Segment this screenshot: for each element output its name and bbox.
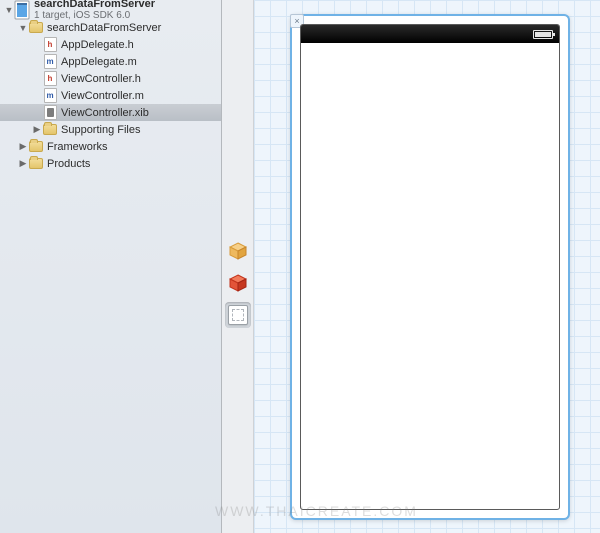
disclosure-triangle-icon[interactable]: ▼ <box>4 5 14 15</box>
tree-file-appdelegate-h[interactable]: ▶ h AppDelegate.h <box>0 36 221 53</box>
xib-file-icon <box>42 105 58 121</box>
header-file-icon: h <box>42 37 58 53</box>
folder-icon <box>28 156 44 172</box>
folder-label: searchDataFromServer <box>47 22 161 34</box>
implementation-file-icon: m <box>42 54 58 70</box>
dock-placeholder-icon[interactable] <box>225 238 251 264</box>
tree-file-viewcontroller-h[interactable]: ▶ h ViewController.h <box>0 70 221 87</box>
tree-file-appdelegate-m[interactable]: ▶ m AppDelegate.m <box>0 53 221 70</box>
xcode-project-icon <box>14 0 30 20</box>
ib-dock <box>222 0 254 533</box>
ib-canvas[interactable]: × <box>254 0 600 533</box>
file-label: AppDelegate.h <box>61 39 134 51</box>
disclosure-triangle-icon[interactable]: ▼ <box>18 23 28 33</box>
folder-icon <box>28 139 44 155</box>
header-file-icon: h <box>42 71 58 87</box>
folder-label: Products <box>47 158 90 170</box>
disclosure-triangle-icon[interactable]: ▶ <box>32 124 42 135</box>
device-frame[interactable]: × <box>290 14 570 520</box>
tree-folder-root[interactable]: ▼ searchDataFromServer <box>0 19 221 36</box>
project-navigator[interactable]: ▼ searchDataFromServer 1 target, iOS SDK… <box>0 0 222 533</box>
folder-icon <box>42 122 58 138</box>
status-bar <box>301 25 559 43</box>
tree-folder-supporting[interactable]: ▶ Supporting Files <box>0 121 221 138</box>
project-header-row[interactable]: ▼ searchDataFromServer 1 target, iOS SDK… <box>0 0 221 17</box>
file-label: AppDelegate.m <box>61 56 137 68</box>
tree-file-viewcontroller-xib[interactable]: ▶ ViewController.xib <box>0 104 221 121</box>
battery-icon <box>533 30 553 39</box>
file-label: ViewController.xib <box>61 107 149 119</box>
folder-label: Supporting Files <box>61 124 141 136</box>
folder-icon <box>28 20 44 36</box>
tree-folder-frameworks[interactable]: ▶ Frameworks <box>0 138 221 155</box>
tree-file-viewcontroller-m[interactable]: ▶ m ViewController.m <box>0 87 221 104</box>
folder-label: Frameworks <box>47 141 108 153</box>
root-view[interactable] <box>300 24 560 510</box>
project-title: searchDataFromServer <box>34 0 155 10</box>
dock-firstresponder-icon[interactable] <box>225 270 251 296</box>
file-label: ViewController.h <box>61 73 141 85</box>
disclosure-triangle-icon[interactable]: ▶ <box>18 141 28 152</box>
project-subtitle: 1 target, iOS SDK 6.0 <box>34 10 155 22</box>
file-label: ViewController.m <box>61 90 144 102</box>
dock-view-icon[interactable] <box>225 302 251 328</box>
implementation-file-icon: m <box>42 88 58 104</box>
tree-folder-products[interactable]: ▶ Products <box>0 155 221 172</box>
disclosure-triangle-icon[interactable]: ▶ <box>18 158 28 169</box>
